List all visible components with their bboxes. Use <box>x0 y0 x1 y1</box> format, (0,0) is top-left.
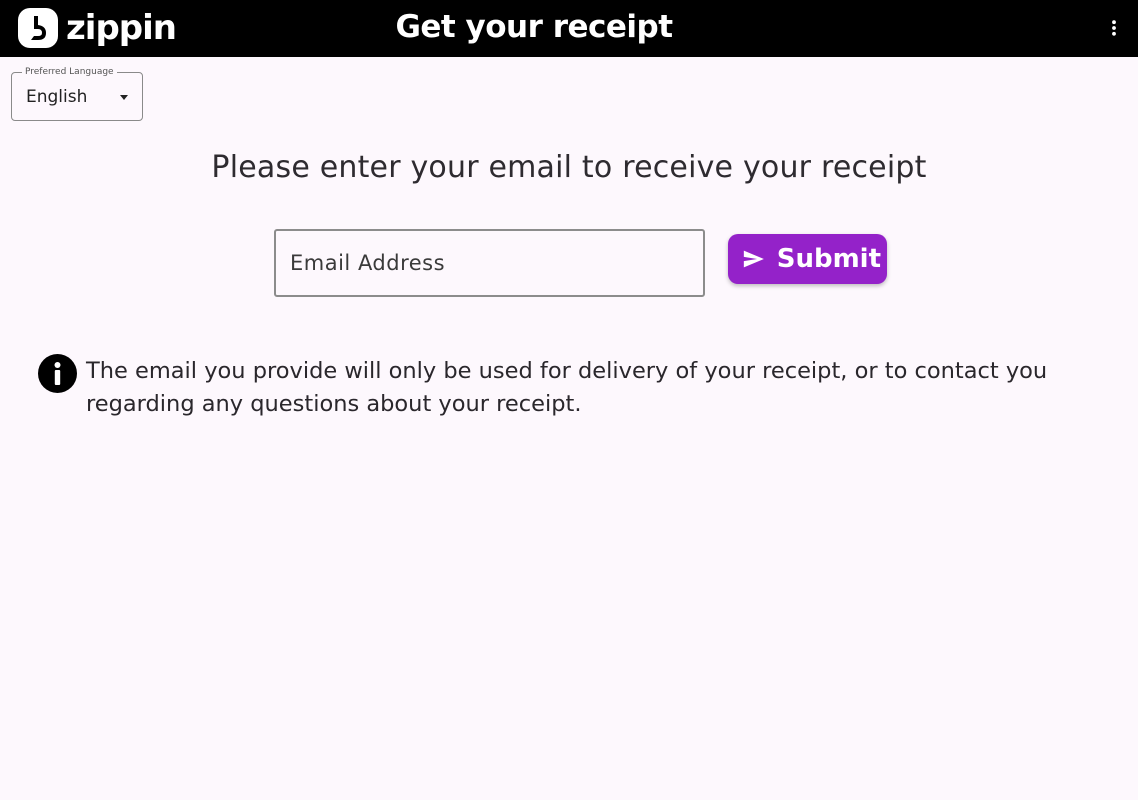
language-select[interactable]: Preferred Language English <box>11 67 143 121</box>
submit-button[interactable]: Submit <box>728 234 887 284</box>
privacy-notice: The email you provide will only be used … <box>86 358 1048 417</box>
more-options-button[interactable] <box>1104 14 1124 42</box>
email-input[interactable] <box>274 229 705 297</box>
language-selected-value: English <box>26 87 88 107</box>
info-icon <box>38 354 77 393</box>
more-vertical-icon <box>1112 20 1116 36</box>
send-icon <box>743 250 764 268</box>
submit-label: Submit <box>776 244 881 274</box>
language-select-label: Preferred Language <box>22 67 117 78</box>
dropdown-caret-icon <box>120 95 128 100</box>
page-title: Get your receipt <box>395 9 673 45</box>
email-prompt-heading: Please enter your email to receive your … <box>211 150 927 185</box>
top-app-bar: zippin Get your receipt <box>0 0 1138 57</box>
